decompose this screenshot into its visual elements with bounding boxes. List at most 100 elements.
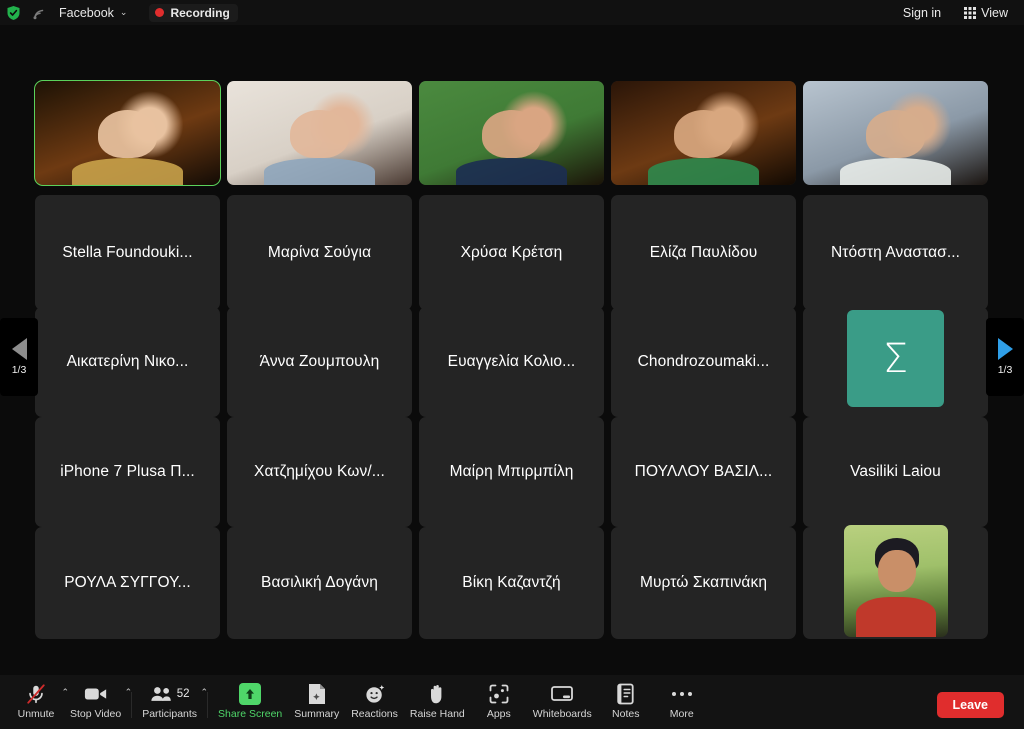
toolbar-summary-button[interactable]: Summary <box>288 680 345 720</box>
participant-name: Vasiliki Laiou <box>803 463 988 481</box>
gallery-prev-page-button[interactable]: 1/3 <box>0 318 38 396</box>
participant-name: Chondrozoumaki... <box>611 353 796 371</box>
toolbar-more-button[interactable]: More <box>654 680 710 720</box>
chevron-right-icon <box>998 338 1013 360</box>
recording-label: Recording <box>170 6 229 20</box>
top-bar: Facebook ⌄ Recording Sign in <box>0 0 1024 25</box>
participants-count-badge: 52 <box>177 688 190 700</box>
participant-name: Χρύσα Κρέτση <box>419 244 604 262</box>
sign-in-button[interactable]: Sign in <box>896 4 948 22</box>
participant-name: ΠΟΥΛΛΟΥ ΒΑΣΙΛ... <box>611 463 796 481</box>
toolbar-whiteboards-button[interactable]: Whiteboards <box>527 680 598 720</box>
toolbar-unmute-button[interactable]: Unmute⌃ <box>8 680 64 720</box>
participant-name: Άννα Ζουμπουλη <box>227 353 412 371</box>
participant-video[interactable] <box>611 81 796 185</box>
video-subject-silhouette <box>98 110 157 158</box>
top-bar-left: Facebook ⌄ Recording <box>0 4 238 22</box>
toolbar-stop-video-options-caret-icon[interactable]: ⌃ <box>125 687 133 698</box>
toolbar-apps-label: Apps <box>487 708 511 720</box>
recording-indicator[interactable]: Recording <box>149 4 237 22</box>
participant-video[interactable] <box>803 81 988 185</box>
toolbar-notes-button[interactable]: Notes <box>598 680 654 720</box>
grid-view-icon <box>964 7 976 19</box>
participant-tile[interactable]: Μαίρη Μπιρμπίλη <box>419 417 604 527</box>
participant-tile[interactable]: Stella Foundouki... <box>35 195 220 310</box>
participant-tile[interactable]: Chondrozoumaki... <box>611 307 796 417</box>
participant-tile[interactable]: Χατζημίχου Κων/... <box>227 417 412 527</box>
view-button[interactable]: View <box>958 4 1014 22</box>
video-camera-icon <box>84 683 108 705</box>
participant-photo[interactable] <box>844 525 948 637</box>
share-screen-icon <box>239 683 261 705</box>
toolbar-reactions-button[interactable]: Reactions <box>345 680 404 720</box>
participant-tile[interactable]: Vasiliki Laiou <box>803 417 988 527</box>
video-subject-silhouette <box>290 110 349 158</box>
toolbar-participants-button[interactable]: 52Participants⌃ <box>136 680 203 720</box>
video-subject-shoulders <box>648 158 759 185</box>
recording-dot-icon <box>155 8 164 17</box>
participant-tile[interactable]: Μαρίνα Σούγια <box>227 195 412 310</box>
notes-icon <box>616 683 635 705</box>
participant-name: Μαρίνα Σούγια <box>227 244 412 262</box>
participant-tile[interactable]: Ελίζα Παυλίδου <box>611 195 796 310</box>
video-subject-shoulders <box>72 158 183 185</box>
participant-avatar-initial[interactable]: Σ <box>847 310 944 407</box>
participant-video-active-speaker[interactable] <box>35 81 220 185</box>
gallery-grid: Stella Foundouki... Μαρίνα Σούγια Χρύσα Κρ… <box>0 25 1024 675</box>
toolbar-share-screen-button[interactable]: Share Screen <box>212 680 288 720</box>
people-icon: 52 <box>150 683 190 705</box>
participant-tile[interactable]: Αικατερίνη Νικο... <box>35 307 220 417</box>
participant-tile[interactable]: Μυρτώ Σκαπινάκη <box>611 527 796 639</box>
participant-name: Stella Foundouki... <box>35 244 220 262</box>
toolbar-reactions-label: Reactions <box>351 708 398 720</box>
chevron-left-icon <box>12 338 27 360</box>
video-subject-silhouette <box>866 110 925 158</box>
view-label: View <box>981 6 1008 20</box>
gallery-page-indicator-right: 1/3 <box>998 364 1013 376</box>
raised-hand-icon <box>427 683 447 705</box>
zoom-meeting-window: Facebook ⌄ Recording Sign in <box>0 0 1024 729</box>
toolbar-apps-button[interactable]: Apps <box>471 680 527 720</box>
toolbar-raise-hand-button[interactable]: Raise Hand <box>404 680 471 720</box>
toolbar-more-label: More <box>670 708 694 720</box>
gallery-next-page-button[interactable]: 1/3 <box>986 318 1024 396</box>
video-subject-shoulders <box>264 158 375 185</box>
participant-video[interactable] <box>419 81 604 185</box>
meeting-controls-toolbar: Unmute⌃Stop Video⌃52Participants⌃Share S… <box>0 675 1024 729</box>
toolbar-stop-video-label: Stop Video <box>70 708 121 720</box>
toolbar-stop-video-button[interactable]: Stop Video⌃ <box>64 680 127 720</box>
participant-name: Μαίρη Μπιρμπίλη <box>419 463 604 481</box>
ellipsis-icon <box>670 683 694 705</box>
participant-tile[interactable]: Χρύσα Κρέτση <box>419 195 604 310</box>
participant-name: Μυρτώ Σκαπινάκη <box>611 574 796 592</box>
participant-tile[interactable]: Βίκη Καζαντζή <box>419 527 604 639</box>
participant-tile[interactable]: ΠΟΥΛΛΟΥ ΒΑΣΙΛ... <box>611 417 796 527</box>
toolbar-participants-label: Participants <box>142 708 197 720</box>
participant-tile[interactable]: Άννα Ζουμπουλη <box>227 307 412 417</box>
toolbar-whiteboards-label: Whiteboards <box>533 708 592 720</box>
chevron-down-icon: ⌄ <box>120 8 128 17</box>
top-bar-right: Sign in View <box>896 4 1024 22</box>
participant-tile[interactable]: Ευαγγελία Κολιο... <box>419 307 604 417</box>
toolbar-raise-hand-label: Raise Hand <box>410 708 465 720</box>
participant-tile[interactable]: iPhone 7 Plusa Π... <box>35 417 220 527</box>
participant-video[interactable] <box>227 81 412 185</box>
participant-tile[interactable]: Βασιλική Δογάνη <box>227 527 412 639</box>
shield-check-icon[interactable] <box>6 5 21 21</box>
toolbar-notes-label: Notes <box>612 708 639 720</box>
participant-tile[interactable]: Ντόστη Αναστασ... <box>803 195 988 310</box>
leave-meeting-button[interactable]: Leave <box>937 692 1004 718</box>
participant-tile[interactable]: ΡΟΥΛΑ ΣΥΓΓΟΥ... <box>35 527 220 639</box>
video-subject-silhouette <box>482 110 541 158</box>
toolbar-participants-options-caret-icon[interactable]: ⌃ <box>201 687 209 698</box>
broadcast-icon[interactable] <box>29 5 49 21</box>
participant-name: Βασιλική Δογάνη <box>227 574 412 592</box>
summary-document-icon <box>307 683 327 705</box>
share-screen-icon <box>239 683 261 705</box>
video-subject-shoulders <box>456 158 567 185</box>
photo-subject-face <box>878 550 915 593</box>
stream-platform-selector[interactable]: Facebook ⌄ <box>53 4 133 22</box>
microphone-muted-icon <box>25 683 47 705</box>
participant-name: Ελίζα Παυλίδου <box>611 244 796 262</box>
gallery-page-indicator-left: 1/3 <box>12 364 27 376</box>
